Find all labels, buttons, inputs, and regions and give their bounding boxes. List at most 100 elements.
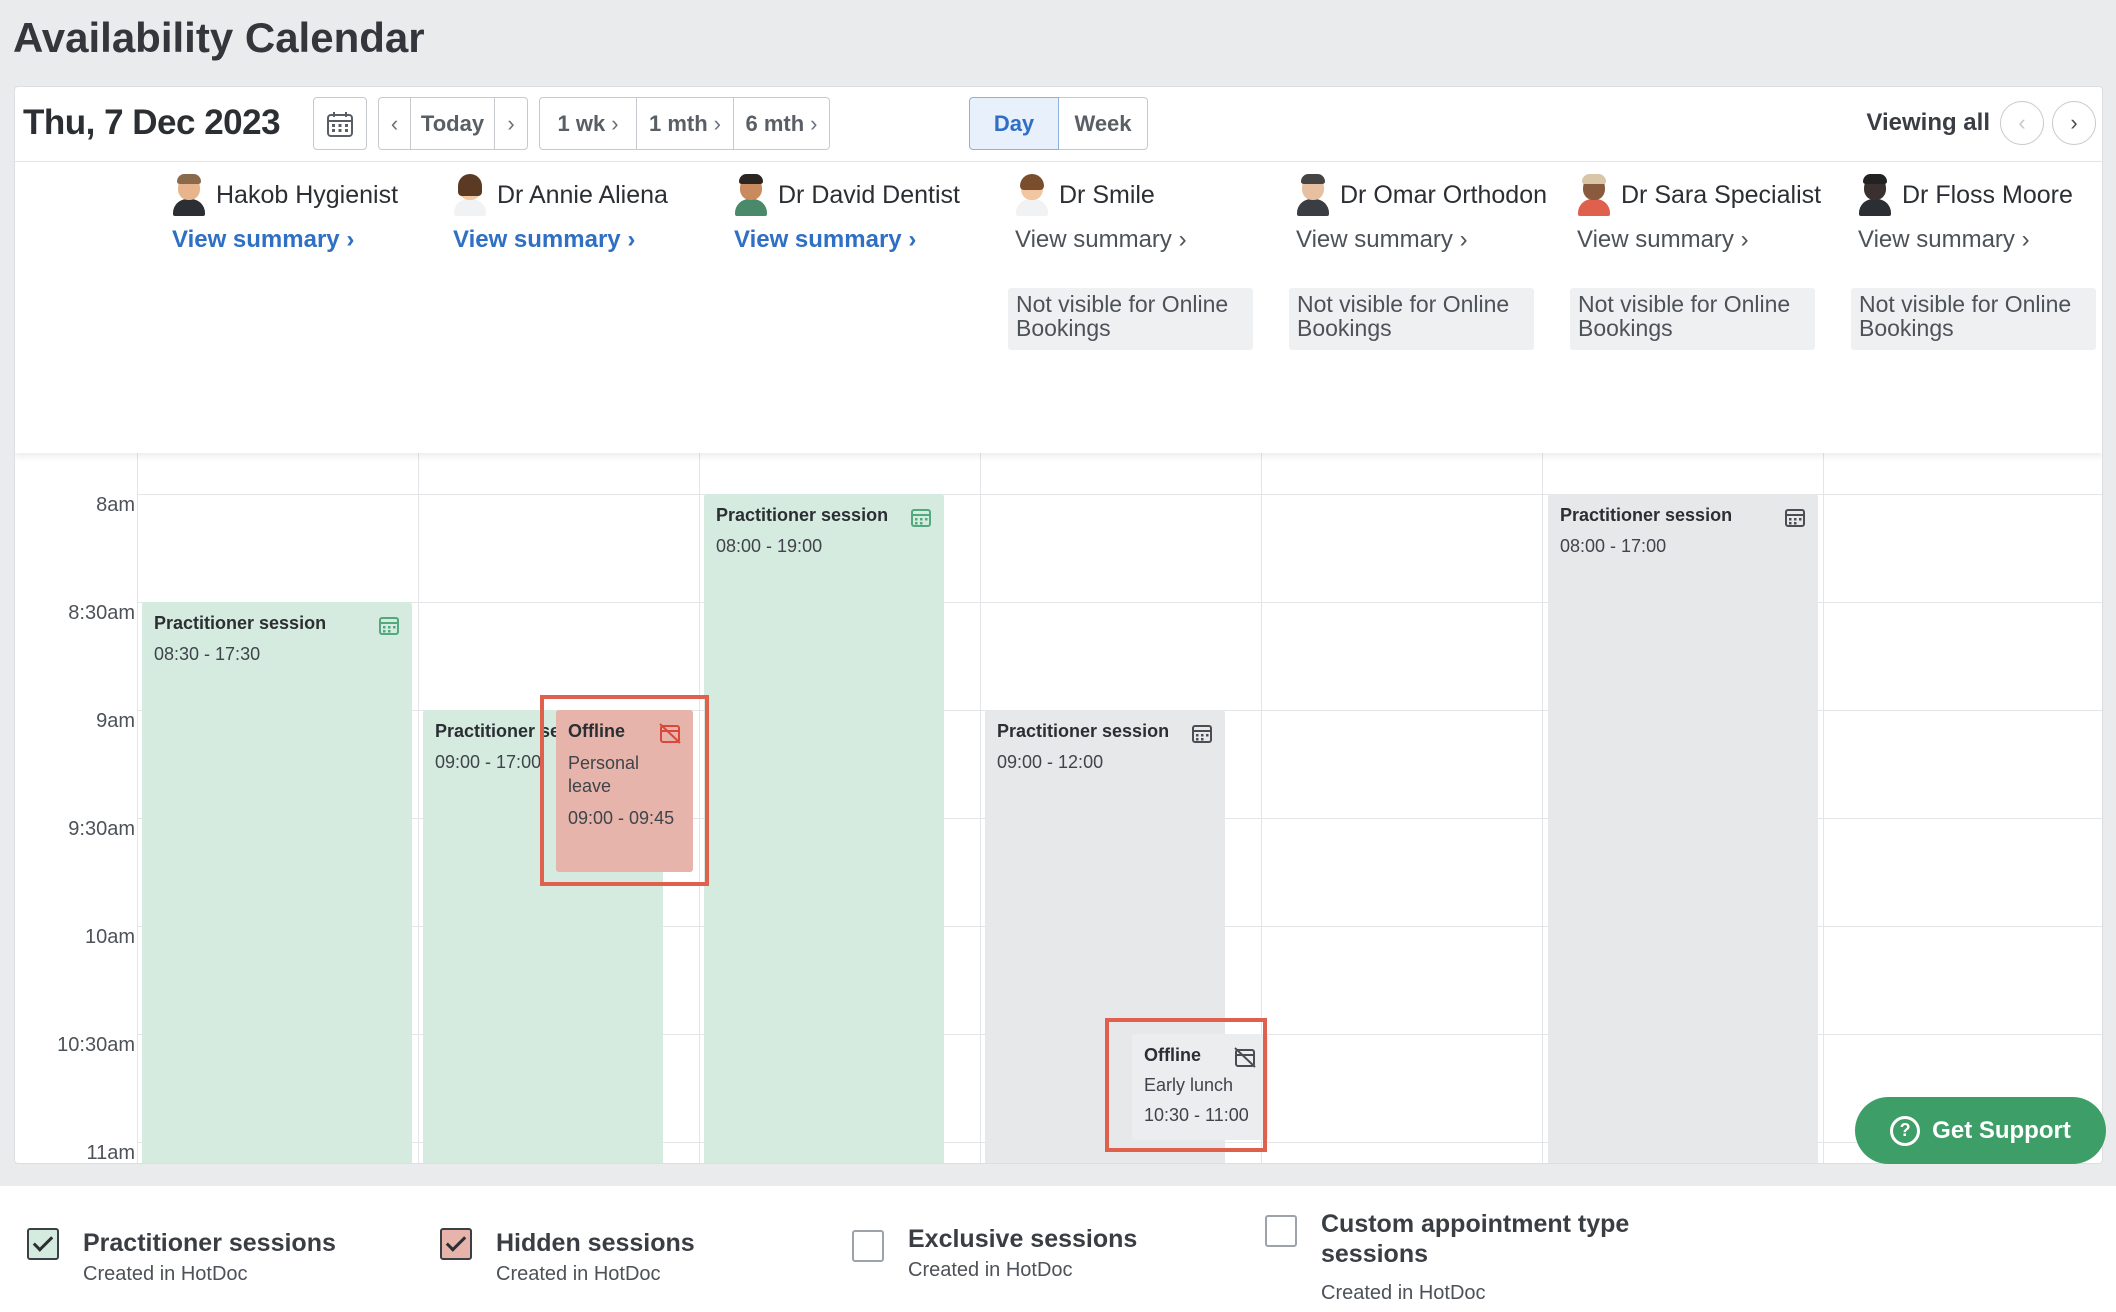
calendar-icon (911, 509, 931, 527)
practitioner-session-event[interactable]: Practitioner session 08:00 - 19:00 (704, 494, 944, 1163)
event-time: 08:00 - 19:00 (716, 536, 823, 556)
legend-subtitle: Created in HotDoc (1321, 1282, 1486, 1304)
practitioner-session-event[interactable]: Practitioner session 08:30 - 17:30 (142, 602, 412, 1163)
legend-title: Custom appointment type sessions (1321, 1210, 1630, 1268)
avatar (734, 174, 768, 216)
checkbox[interactable] (1265, 1215, 1297, 1247)
chevron-right-icon: › (611, 110, 619, 136)
event-time: 08:30 - 17:30 (154, 644, 261, 664)
view-summary-link[interactable]: View summary › (1015, 226, 1187, 254)
not-visible-badge: Not visible for Online Bookings (1851, 288, 2096, 350)
time-label: 8am (96, 494, 135, 516)
event-time: 09:00 - 12:00 (997, 752, 1104, 772)
prev-day-button[interactable]: ‹ (378, 97, 411, 150)
time-grid: 8am 8:30am 9am 9:30am 10am 10:30am 11am … (15, 453, 2102, 1164)
view-day-button[interactable]: Day (969, 97, 1059, 150)
range-1mth-button[interactable]: 1 mth › (636, 97, 734, 150)
chevron-right-icon: › (507, 110, 515, 136)
view-summary-link[interactable]: View summary › (1296, 226, 1468, 254)
practitioner-column-header: Dr Smile View summary › Not visible for … (1005, 162, 1286, 362)
range-1wk-button[interactable]: 1 wk › (539, 97, 637, 150)
chevron-right-icon: › (1459, 226, 1468, 253)
next-practitioners-button[interactable]: › (2052, 101, 2096, 145)
page-title: Availability Calendar (13, 14, 425, 61)
view-summary-label: View summary (1296, 226, 1453, 253)
chevron-right-icon: › (346, 226, 355, 253)
checkbox[interactable] (27, 1228, 59, 1260)
view-summary-label: View summary (453, 226, 621, 253)
avatar (453, 174, 487, 216)
calendar-toolbar: Thu, 7 Dec 2023 ‹ Today › 1 wk › 1 mth › 6… (15, 87, 2102, 161)
event-title: Practitioner session (154, 613, 327, 633)
time-label: 8:30am (68, 602, 135, 624)
view-summary-link[interactable]: View summary › (734, 226, 916, 254)
practitioner-name: Dr Smile (1015, 174, 1155, 216)
get-support-label: Get Support (1932, 1116, 2071, 1144)
view-summary-link[interactable]: View summary › (1577, 226, 1749, 254)
range-6mth-button[interactable]: 6 mth › (733, 97, 830, 150)
legend-title: Practitioner sessions (83, 1229, 336, 1257)
practitioner-name-text: Dr Sara Specialist (1621, 180, 1822, 209)
chevron-right-icon: › (1740, 226, 1749, 253)
practitioner-column-header: Dr Sara Specialist View summary › Not vi… (1567, 162, 1848, 362)
practitioner-name: Dr David Dentist (734, 174, 960, 216)
practitioner-name: Dr Floss Moore (1858, 174, 2073, 216)
calendar-icon (1192, 725, 1212, 743)
today-nav-group: ‹ Today › (378, 97, 528, 150)
column-divider (1542, 453, 1543, 1163)
range-6mth-label: 6 mth (745, 110, 805, 136)
session-legend: Practitioner sessions Created in HotDoc … (0, 1186, 2116, 1312)
avatar (1015, 174, 1049, 216)
avatar (1296, 174, 1330, 216)
practitioner-name-text: Dr Annie Aliena (497, 180, 668, 209)
today-button[interactable]: Today (410, 97, 495, 150)
practitioner-column-header: Dr Floss Moore View summary › Not visibl… (1848, 162, 2102, 362)
highlight-box (1105, 1018, 1267, 1152)
chevron-right-icon: › (1178, 226, 1187, 253)
checkbox[interactable] (852, 1230, 884, 1262)
avatar (1858, 174, 1892, 216)
calendar-icon (379, 617, 399, 635)
view-summary-link[interactable]: View summary › (1858, 226, 2030, 254)
range-1wk-label: 1 wk (557, 110, 606, 136)
view-summary-label: View summary (1577, 226, 1734, 253)
practitioner-column-header: Hakob Hygienist View summary › (162, 162, 443, 362)
legend-subtitle: Created in HotDoc (908, 1259, 1073, 1281)
avatar (1577, 174, 1611, 216)
view-summary-link[interactable]: View summary › (172, 226, 354, 254)
chevron-left-icon: ‹ (2018, 110, 2026, 135)
chevron-left-icon: ‹ (390, 110, 399, 136)
column-divider (980, 453, 981, 1163)
chevron-right-icon: › (713, 110, 721, 136)
practitioner-name-text: Dr Omar Orthodon (1340, 180, 1548, 209)
calendar-icon (1785, 509, 1805, 527)
practitioner-name-text: Dr David Dentist (778, 180, 960, 209)
view-week-button[interactable]: Week (1058, 97, 1148, 150)
view-summary-link[interactable]: View summary › (453, 226, 635, 254)
chevron-right-icon: › (627, 226, 636, 253)
checkbox[interactable] (440, 1228, 472, 1260)
view-summary-label: View summary (734, 226, 902, 253)
time-label: 9:30am (68, 818, 135, 840)
chevron-right-icon: › (2070, 110, 2078, 135)
practitioner-name-text: Dr Smile (1059, 180, 1155, 209)
time-label: 10am (84, 926, 135, 948)
range-1mth-label: 1 mth (648, 110, 708, 136)
chevron-right-icon: › (2021, 226, 2030, 253)
practitioner-header-row: Hakob Hygienist View summary › Dr Annie … (15, 161, 2102, 453)
practitioner-session-event[interactable]: Practitioner session 08:00 - 17:00 (1548, 494, 1818, 1163)
next-day-button[interactable]: › (494, 97, 528, 150)
legend-title: Hidden sessions (496, 1229, 695, 1257)
avatar (172, 174, 206, 216)
date-picker-button[interactable] (313, 97, 367, 150)
time-gutter-divider (137, 453, 138, 1163)
time-label: 11am (86, 1142, 135, 1164)
practitioner-name: Dr Omar Orthodon (1296, 174, 1547, 216)
prev-practitioners-button[interactable]: ‹ (2000, 101, 2044, 145)
view-mode-group: Day Week (969, 97, 1148, 150)
calendar-icon (327, 111, 353, 137)
practitioner-name: Dr Annie Aliena (453, 174, 668, 216)
event-title: Practitioner session (1560, 505, 1733, 525)
get-support-button[interactable]: ? Get Support (1855, 1097, 2106, 1164)
not-visible-badge: Not visible for Online Bookings (1008, 288, 1253, 350)
